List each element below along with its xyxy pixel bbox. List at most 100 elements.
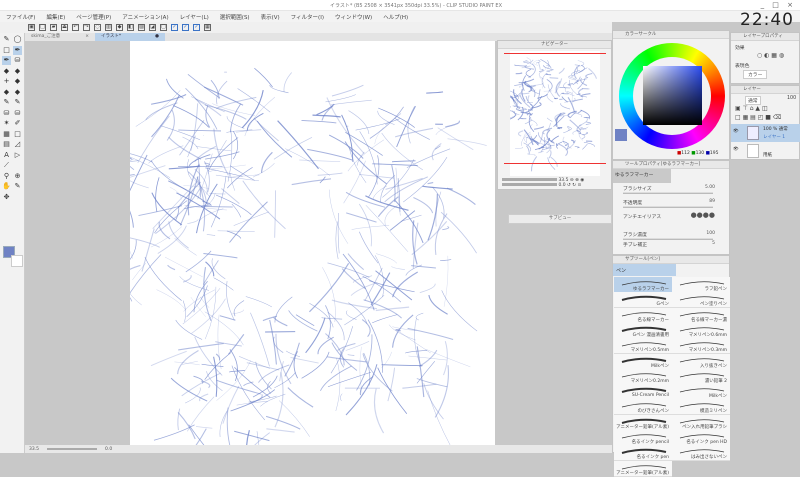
brush-item[interactable]: はみ出さないペン — [672, 445, 730, 461]
subtool-group-pen[interactable]: ペン — [613, 264, 676, 276]
brush-item[interactable]: マメリペン0.2mm — [614, 369, 672, 385]
menu-item[interactable]: フィルター(I) — [291, 13, 324, 21]
tool-icon[interactable]: ✒ — [13, 46, 22, 55]
layer-tools[interactable]: ▣ ⊤ ⌂ ▲ ◫ — [735, 105, 768, 112]
property-slider[interactable] — [623, 192, 713, 194]
brush-item[interactable]: 濃い鉛筆 2 — [672, 369, 730, 385]
brush-item[interactable]: のびきさんペン — [614, 399, 672, 415]
tool-icon[interactable]: ◆ — [13, 77, 22, 86]
tool-icon[interactable]: ⛁ — [2, 109, 11, 118]
toolbar-button-icon[interactable]: ⏏ — [61, 24, 68, 31]
saturation-value-square[interactable] — [643, 66, 702, 125]
menu-item[interactable]: 表示(V) — [261, 13, 280, 21]
tool-icon[interactable]: ✶ — [2, 119, 11, 128]
tool-icon[interactable]: ⚲ — [2, 172, 11, 181]
tool-icon[interactable]: ▷ — [13, 151, 22, 160]
toolbar-button-icon[interactable]: ◌ — [94, 24, 101, 31]
tab-skima[interactable]: skima_ご注意× — [25, 33, 95, 41]
brush-item[interactable]: ペン入れ用鉛筆ブラシ — [672, 415, 730, 431]
tool-icon[interactable]: ◿ — [13, 140, 22, 149]
property-slider[interactable] — [623, 206, 713, 208]
tool-icon[interactable]: ◆ — [2, 88, 11, 97]
menu-item[interactable]: 編集(E) — [46, 13, 65, 21]
menu-item[interactable]: ヘルプ(H) — [383, 13, 408, 21]
brush-item[interactable]: Milkペン — [672, 384, 730, 400]
tool-icon[interactable]: ▦ — [2, 130, 11, 139]
toolbar-button-icon[interactable]: ▥ — [105, 24, 112, 31]
blend-mode-select[interactable]: 通常 — [745, 96, 761, 105]
layer-row[interactable]: 👁 100 % 通常 レイヤー 1 — [731, 124, 800, 142]
navigator-preview[interactable] — [510, 51, 600, 176]
tool-icon[interactable]: + — [2, 77, 11, 86]
brush-item[interactable]: マメリペン0.5mm — [614, 338, 672, 354]
toolbar-button-icon[interactable]: ✓ — [182, 24, 189, 31]
tool-icon[interactable]: ▤ — [2, 140, 11, 149]
sub-color-swatch[interactable] — [11, 255, 23, 267]
toolbar-button-icon[interactable]: ✓ — [193, 24, 200, 31]
tool-icon[interactable]: ✎ — [2, 98, 11, 107]
tool-icon[interactable]: ✐ — [13, 119, 22, 128]
tool-icon[interactable]: ⊕ — [13, 172, 22, 181]
property-value[interactable]: 5 — [712, 241, 715, 246]
window-controls[interactable]: _ □ × — [761, 1, 796, 9]
brush-item[interactable]: Milkペン — [614, 354, 672, 370]
brush-item[interactable]: 入り抜きペン — [672, 354, 730, 370]
toolbar-button-icon[interactable]: □ — [39, 24, 46, 31]
tool-icon[interactable]: ✋ — [2, 182, 11, 191]
tool-icon[interactable]: ✎ — [13, 182, 22, 191]
tool-icon[interactable]: ✎ — [13, 98, 22, 107]
brush-item[interactable]: SU-Cream Pencil — [614, 384, 672, 400]
tool-icon[interactable]: ◆ — [13, 67, 22, 76]
tool-icon[interactable]: A — [2, 151, 11, 160]
tool-icon[interactable]: ◯ — [13, 35, 22, 44]
tool-icon[interactable]: □ — [2, 46, 11, 55]
tool-icon[interactable]: ⟋ — [2, 161, 11, 170]
tool-icon[interactable]: ✎ — [2, 35, 11, 44]
brush-item[interactable]: ペン塗りペン — [672, 292, 730, 308]
tool-icon[interactable]: ⛁ — [13, 109, 22, 118]
menu-item[interactable]: ファイル(F) — [6, 13, 35, 21]
expression-color-select[interactable]: カラー — [743, 70, 767, 79]
toolbar-button-icon[interactable]: ◧ — [127, 24, 134, 31]
toolbar-button-icon[interactable]: ✓ — [171, 24, 178, 31]
toolbar-button-icon[interactable]: ◪ — [149, 24, 156, 31]
zoom-slider[interactable] — [502, 178, 557, 181]
menu-item[interactable]: ウィンドウ(W) — [335, 13, 372, 21]
brush-item[interactable]: マメリペン0.6mm — [672, 323, 730, 339]
angle-value[interactable]: 0.0 — [558, 183, 565, 188]
menu-item[interactable]: ページ管理(P) — [76, 13, 111, 21]
tool-icon[interactable]: ✒ — [2, 56, 11, 65]
toolbar-button-icon[interactable]: ▨ — [138, 24, 145, 31]
angle-value[interactable]: 0.0 — [105, 447, 112, 452]
toolbar-button-icon[interactable]: ↷ — [83, 24, 90, 31]
brush-item[interactable]: Gペン — [614, 292, 672, 308]
tool-icon[interactable]: ⛁ — [13, 56, 22, 65]
tool-icon[interactable]: ◆ — [2, 67, 11, 76]
brush-item[interactable]: 名るインク pen — [614, 445, 672, 461]
rotate-slider[interactable] — [502, 183, 557, 186]
brush-item[interactable]: Gペン 漫画清書用 — [614, 323, 672, 339]
property-value[interactable]: 5.00 — [705, 185, 715, 190]
toolbar-button-icon[interactable]: ▦ — [204, 24, 211, 31]
menu-item[interactable]: 選択範囲(S) — [220, 13, 250, 21]
brush-item[interactable]: 名る線マーカー — [614, 308, 672, 324]
brush-item[interactable]: 名るインク pen HD — [672, 430, 730, 446]
zoom-slider[interactable] — [47, 448, 97, 450]
property-slider[interactable] — [623, 238, 713, 240]
brush-item[interactable]: ラフ鉛ペン — [672, 277, 730, 293]
close-icon[interactable]: × — [85, 33, 89, 41]
toolbar-button-icon[interactable]: ▰ — [50, 24, 57, 31]
toolbar-button-icon[interactable]: ↶ — [72, 24, 79, 31]
brush-item[interactable]: 名るインク pencil — [614, 430, 672, 446]
tool-icon[interactable] — [13, 161, 22, 170]
brush-item[interactable]: 模造ミリペン — [672, 399, 730, 415]
current-color[interactable] — [615, 129, 627, 141]
menu-item[interactable]: アニメーション(A) — [122, 13, 168, 21]
brush-item[interactable]: アニメーター鉛筆(アル素) — [614, 415, 672, 431]
tool-icon[interactable]: ◆ — [13, 88, 22, 97]
layer-actions[interactable]: □ ▦ ▤ ◰ ■ ⌫ — [735, 114, 781, 121]
brush-item[interactable]: ゆるラフマーカー — [614, 277, 672, 293]
toolbar-button-icon[interactable]: ◆ — [116, 24, 123, 31]
brush-item[interactable]: 名る線マーカー濃 — [672, 308, 730, 324]
effect-buttons[interactable]: ○ ◐ ▦ ◍ — [757, 52, 784, 59]
